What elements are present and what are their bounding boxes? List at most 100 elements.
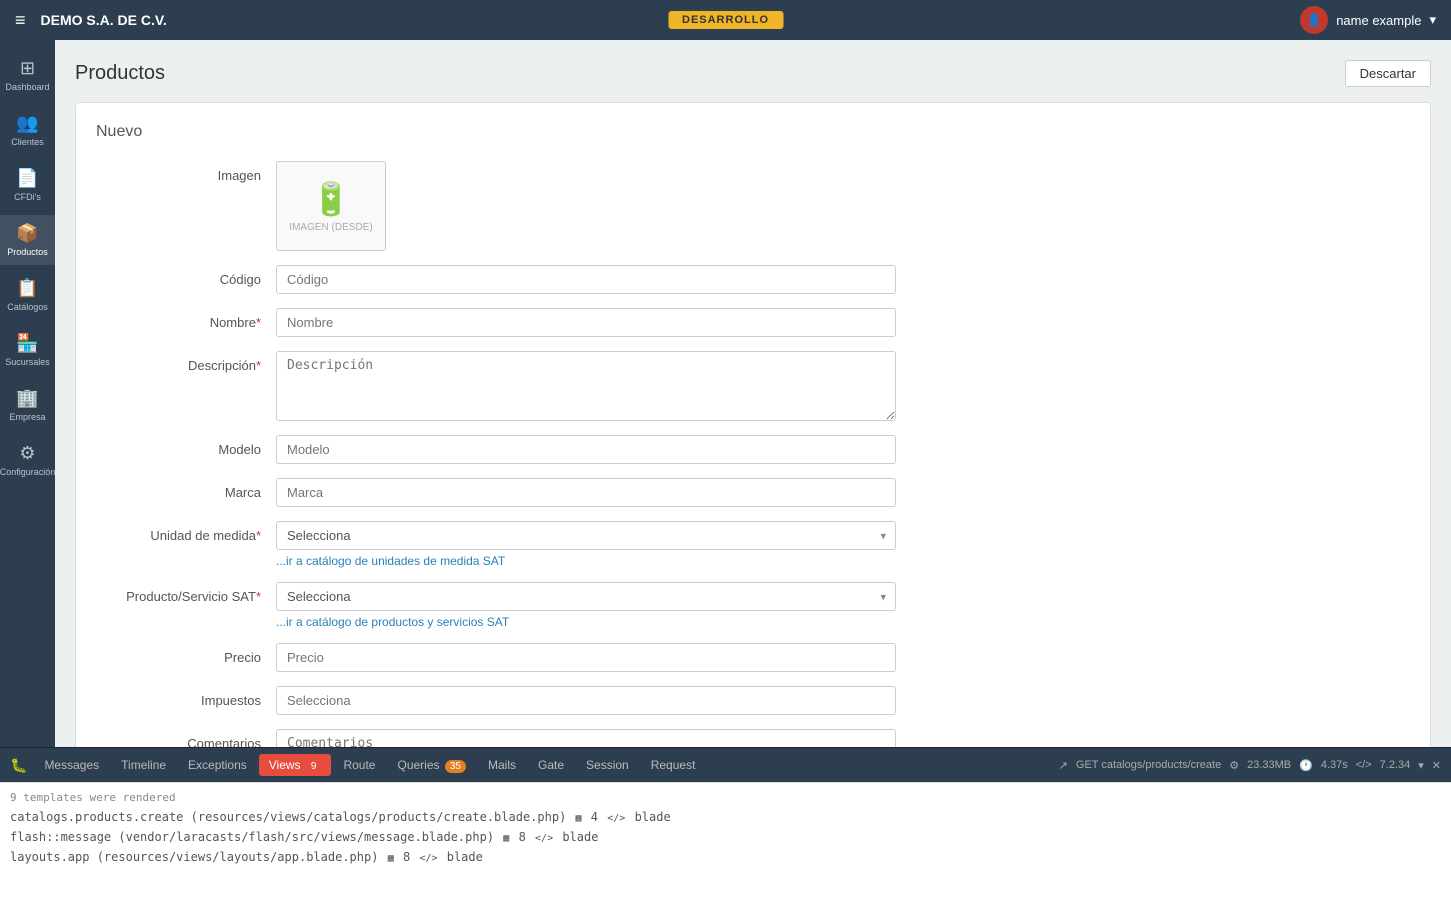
app-title: DEMO S.A. DE C.V. [41, 12, 167, 28]
debug-route-icon: ↗ [1059, 759, 1068, 772]
precio-group: Precio [96, 643, 1410, 672]
producto-sat-select-wrapper: Selecciona ▾ [276, 582, 896, 611]
sidebar-item-label: Empresa [9, 412, 45, 422]
nombre-group: Nombre* [96, 308, 1410, 337]
image-upload-box[interactable]: 🔋 IMAGEN (DESDE) [276, 161, 386, 251]
nombre-input[interactable] [276, 308, 896, 337]
codigo-input[interactable] [276, 265, 896, 294]
sidebar-item-label: Sucursales [5, 357, 50, 367]
sidebar-item-label: Productos [7, 247, 48, 257]
impuestos-input[interactable] [276, 686, 896, 715]
unidad-group: Unidad de medida* Selecciona ▾ ...ir a c… [96, 521, 1410, 568]
precio-input[interactable] [276, 643, 896, 672]
debug-line-1: catalogs.products.create (resources/view… [10, 810, 1441, 824]
debug-memory: 23.33MB [1247, 759, 1291, 771]
debug-tab-exceptions[interactable]: Exceptions [178, 754, 257, 776]
producto-sat-group: Producto/Servicio SAT* Selecciona ▾ ...i… [96, 582, 1410, 629]
form-card: Nuevo Imagen 🔋 IMAGEN (DESDE) Código Nom… [75, 102, 1431, 747]
codigo-label: Código [96, 265, 276, 287]
discard-header-button[interactable]: Descartar [1345, 60, 1431, 87]
debug-memory-icon: ⚙ [1229, 759, 1239, 772]
comentarios-group: Comentarios [96, 729, 1410, 747]
user-menu[interactable]: 👤 name example ▾ [1300, 6, 1436, 34]
descripcion-group: Descripción* [96, 351, 1410, 421]
codigo-group: Código [96, 265, 1410, 294]
productos-icon: 📦 [16, 223, 38, 244]
sidebar-item-cfdis[interactable]: 📄 CFDi's [0, 160, 55, 210]
imagen-group: Imagen 🔋 IMAGEN (DESDE) [96, 161, 1410, 251]
configuracion-icon: ⚙ [19, 443, 35, 464]
impuestos-label: Impuestos [96, 686, 276, 708]
sidebar-item-clientes[interactable]: 👥 Clientes [0, 105, 55, 155]
page-header: Productos Descartar [75, 60, 1431, 87]
debug-line-3: layouts.app (resources/views/layouts/app… [10, 850, 1441, 864]
page-title: Productos [75, 62, 165, 85]
line-number-icon-3: ▦ [388, 853, 394, 864]
producto-sat-catalog-link[interactable]: ...ir a catálogo de productos y servicio… [276, 615, 896, 629]
debug-tab-route[interactable]: Route [333, 754, 385, 776]
unidad-label: Unidad de medida* [96, 521, 276, 543]
modelo-input[interactable] [276, 435, 896, 464]
modelo-label: Modelo [96, 435, 276, 457]
blade-icon-3: </> [419, 853, 437, 864]
precio-label: Precio [96, 643, 276, 665]
sidebar-item-productos[interactable]: 📦 Productos [0, 215, 55, 265]
user-name: name example [1336, 13, 1421, 28]
main-wrapper: ⊞ Dashboard 👥 Clientes 📄 CFDi's 📦 Produc… [0, 40, 1451, 747]
sidebar-item-dashboard[interactable]: ⊞ Dashboard [0, 50, 55, 100]
debug-version: 7.2.34 [1380, 759, 1411, 771]
line-number-icon: ▦ [576, 813, 582, 824]
debug-close-icon[interactable]: ✕ [1432, 759, 1441, 772]
sidebar-item-configuracion[interactable]: ⚙ Configuración [0, 435, 55, 485]
sidebar-item-label: CFDi's [14, 192, 41, 202]
debug-tab-gate[interactable]: Gate [528, 754, 574, 776]
blade-icon-1: </> [607, 813, 625, 824]
line-number-icon-2: ▦ [503, 833, 509, 844]
sidebar-item-sucursales[interactable]: 🏪 Sucursales [0, 325, 55, 375]
debug-console: 9 templates were rendered catalogs.produ… [0, 782, 1451, 897]
debug-time: 4.37s [1321, 759, 1348, 771]
views-badge: 9 [306, 760, 322, 773]
blade-icon-2: </> [535, 833, 553, 844]
sidebar-item-empresa[interactable]: 🏢 Empresa [0, 380, 55, 430]
menu-hamburger-icon[interactable]: ≡ [15, 10, 26, 31]
debug-tab-queries[interactable]: Queries 35 [387, 754, 476, 776]
debug-line-2: flash::message (vendor/laracasts/flash/s… [10, 830, 1441, 844]
marca-group: Marca [96, 478, 1410, 507]
avatar: 👤 [1300, 6, 1328, 34]
debug-logo-icon: 🐛 [10, 757, 27, 774]
debug-tab-mails[interactable]: Mails [478, 754, 526, 776]
user-chevron-icon: ▾ [1429, 12, 1436, 28]
marca-label: Marca [96, 478, 276, 500]
catalogos-icon: 📋 [16, 278, 38, 299]
sidebar-item-catalogos[interactable]: 📋 Catálogos [0, 270, 55, 320]
unidad-catalog-link[interactable]: ...ir a catálogo de unidades de medida S… [276, 554, 896, 568]
env-badge: DESARROLLO [668, 11, 783, 29]
modelo-group: Modelo [96, 435, 1410, 464]
marca-input[interactable] [276, 478, 896, 507]
unidad-select-wrapper: Selecciona ▾ [276, 521, 896, 550]
descripcion-input[interactable] [276, 351, 896, 421]
producto-sat-select[interactable]: Selecciona [276, 582, 896, 611]
comentarios-input[interactable] [276, 729, 896, 747]
unidad-select[interactable]: Selecciona [276, 521, 896, 550]
debug-bar: 🐛 Messages Timeline Exceptions Views 9 R… [0, 747, 1451, 782]
clientes-icon: 👥 [16, 113, 38, 134]
card-title: Nuevo [96, 123, 1410, 141]
image-placeholder-text: IMAGEN (DESDE) [289, 222, 372, 233]
debug-tab-timeline[interactable]: Timeline [111, 754, 176, 776]
debug-collapse-icon[interactable]: ▾ [1418, 759, 1424, 772]
debug-tab-request[interactable]: Request [641, 754, 706, 776]
nombre-label: Nombre* [96, 308, 276, 330]
topbar: ≡ DEMO S.A. DE C.V. DESARROLLO 👤 name ex… [0, 0, 1451, 40]
sidebar-item-label: Dashboard [5, 82, 49, 92]
descripcion-label: Descripción* [96, 351, 276, 373]
debug-code-icon: </> [1356, 759, 1372, 771]
sidebar-item-label: Configuración [0, 467, 55, 477]
debug-tab-session[interactable]: Session [576, 754, 639, 776]
debug-summary: 9 templates were rendered [10, 791, 1441, 804]
debug-tab-messages[interactable]: Messages [34, 754, 109, 776]
debug-right-info: ↗ GET catalogs/products/create ⚙ 23.33MB… [1059, 759, 1441, 772]
content-area: Productos Descartar Nuevo Imagen 🔋 IMAGE… [55, 40, 1451, 747]
debug-tab-views[interactable]: Views 9 [259, 754, 332, 776]
